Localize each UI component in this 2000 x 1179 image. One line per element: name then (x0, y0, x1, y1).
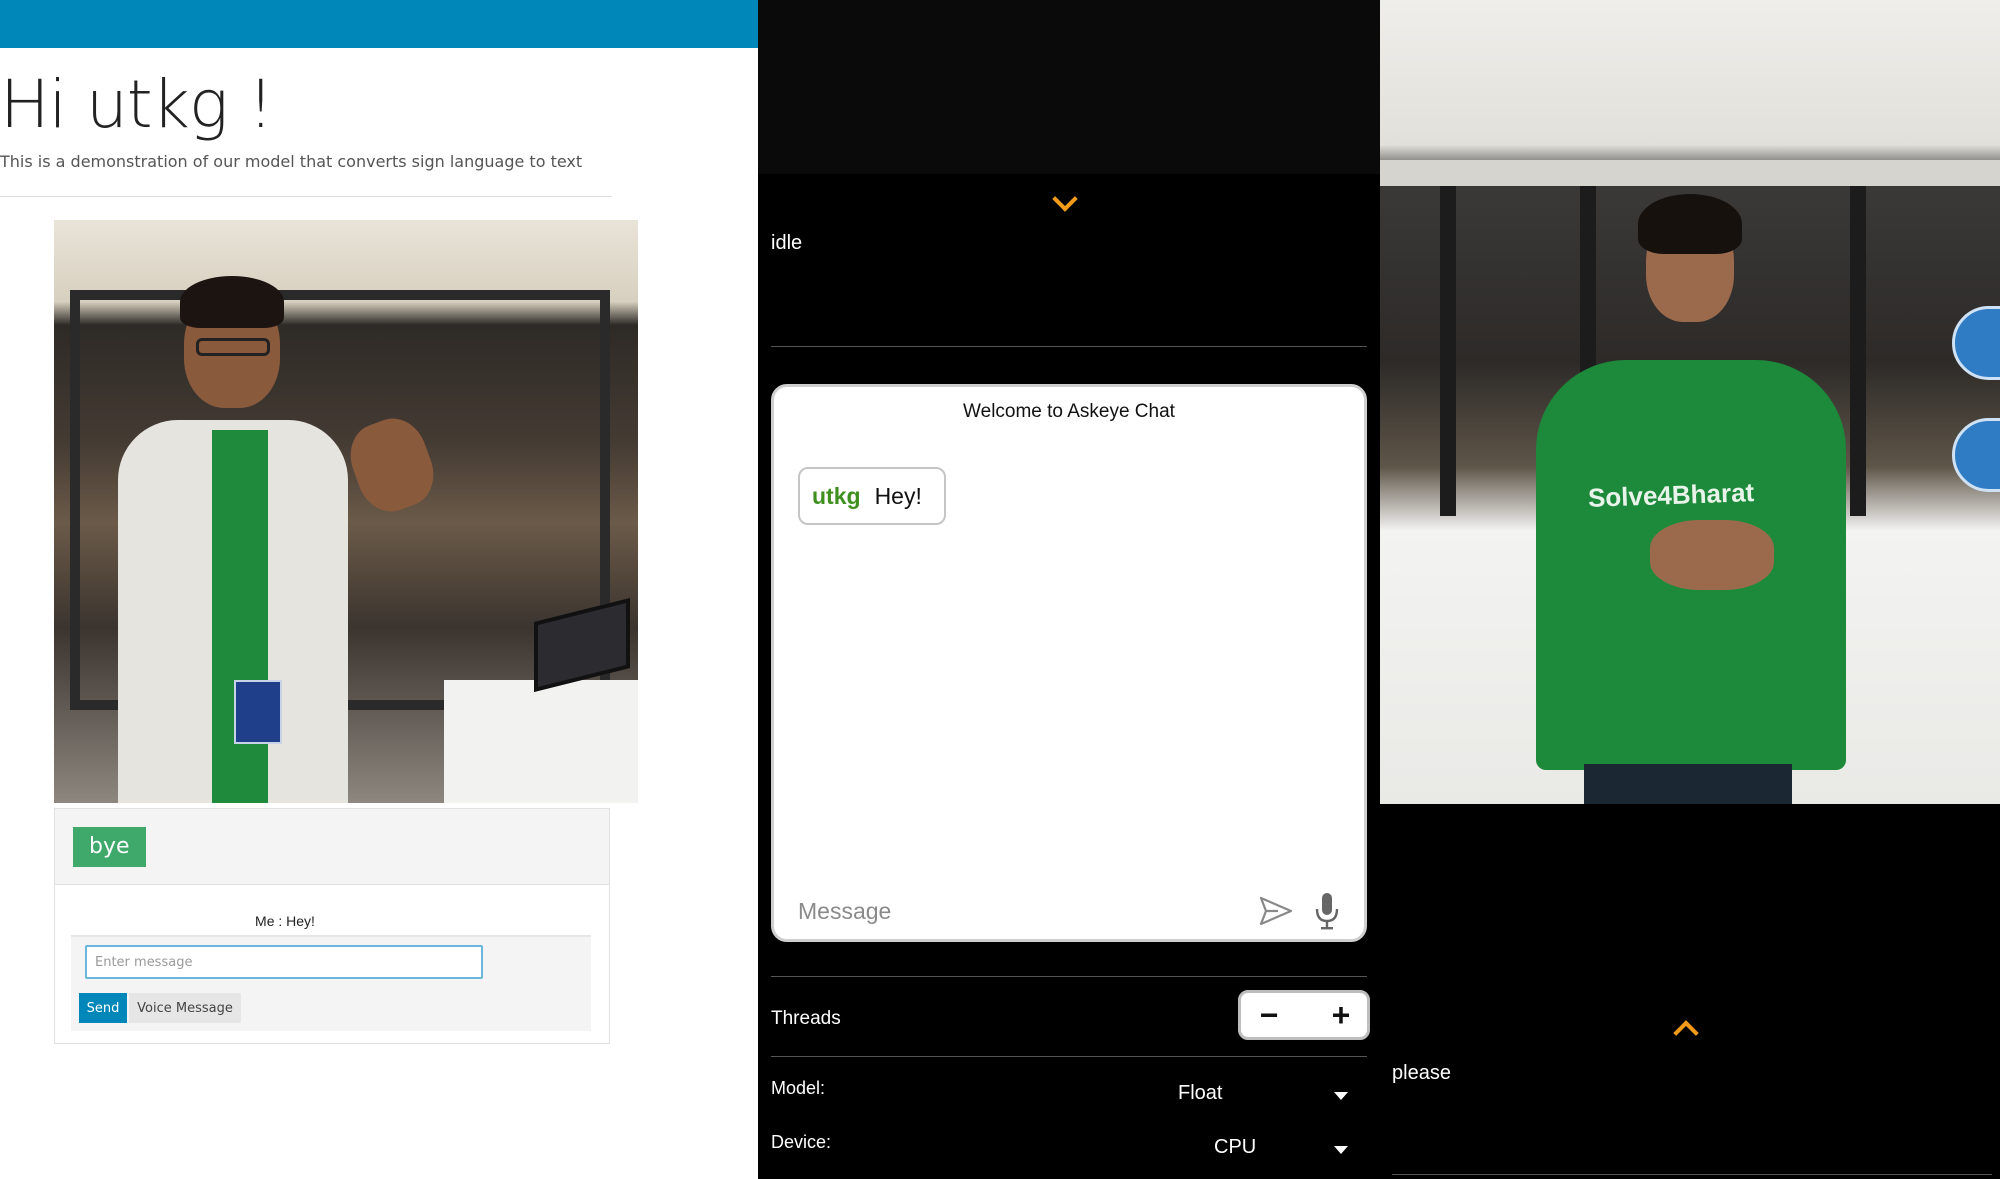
device-dropdown[interactable]: CPU (1214, 1136, 1348, 1166)
threads-stepper: − + (1238, 990, 1370, 1040)
chevron-up-icon[interactable] (1673, 1020, 1699, 1046)
divider (0, 196, 612, 197)
chat-message-input[interactable] (798, 891, 1218, 931)
message-input[interactable] (85, 945, 483, 979)
webcam-feed (54, 220, 638, 803)
divider (771, 976, 1367, 977)
recognition-status: please (1392, 1062, 1451, 1084)
compose-box: Send Voice Message (71, 935, 591, 1031)
recognition-status: idle (771, 232, 803, 254)
camera-preview (758, 0, 1380, 174)
web-demo-panel: Hi utkg ! This is a demonstration of our… (0, 0, 758, 1179)
android-chat-panel: idle Welcome to Askeye Chat utkg Hey! Th… (758, 0, 1380, 1179)
message-username: utkg (812, 482, 861, 509)
chat-message-bubble: utkg Hey! (798, 467, 946, 525)
chevron-down-icon[interactable] (1052, 186, 1078, 212)
dropdown-arrow-icon (1334, 1146, 1348, 1154)
chat-log-message: Me : Hey! (255, 913, 315, 929)
microphone-icon[interactable] (1314, 891, 1340, 931)
dropdown-arrow-icon (1334, 1092, 1348, 1100)
model-label: Model: (771, 1078, 826, 1098)
model-dropdown-value: Float (1178, 1082, 1223, 1104)
message-text: Hey! (874, 482, 922, 509)
divider (1392, 1174, 1992, 1175)
chat-title: Welcome to Askeye Chat (963, 401, 1175, 422)
chat-window: Welcome to Askeye Chat utkg Hey! (771, 384, 1367, 942)
threads-decrement-button[interactable]: − (1249, 997, 1289, 1033)
prediction-header: bye (55, 809, 609, 885)
camera-preview: Solve4Bharat (1380, 0, 2000, 804)
threads-increment-button[interactable]: + (1321, 997, 1361, 1033)
predicted-sign-badge: bye (73, 827, 146, 867)
top-navbar (0, 0, 758, 48)
voice-message-button[interactable]: Voice Message (129, 993, 241, 1023)
model-dropdown[interactable]: Float (1178, 1082, 1348, 1112)
page-title: Hi utkg ! (0, 66, 274, 143)
mute-icon[interactable] (1952, 418, 2000, 492)
tshirt-print: Solve4Bharat (1587, 477, 1755, 513)
prediction-card: bye Me : Hey! Send Voice Message (54, 808, 610, 1044)
music-icon[interactable] (1952, 306, 2000, 380)
threads-label: Threads (771, 1008, 841, 1029)
device-dropdown-value: CPU (1214, 1136, 1257, 1158)
divider (771, 346, 1367, 347)
send-button[interactable]: Send (79, 993, 127, 1023)
device-label: Device: (771, 1132, 832, 1152)
page-subtitle: This is a demonstration of our model tha… (0, 152, 583, 171)
android-camera-panel: Solve4Bharat please (1380, 0, 2000, 1179)
send-icon[interactable] (1258, 893, 1294, 929)
divider (771, 1056, 1367, 1057)
